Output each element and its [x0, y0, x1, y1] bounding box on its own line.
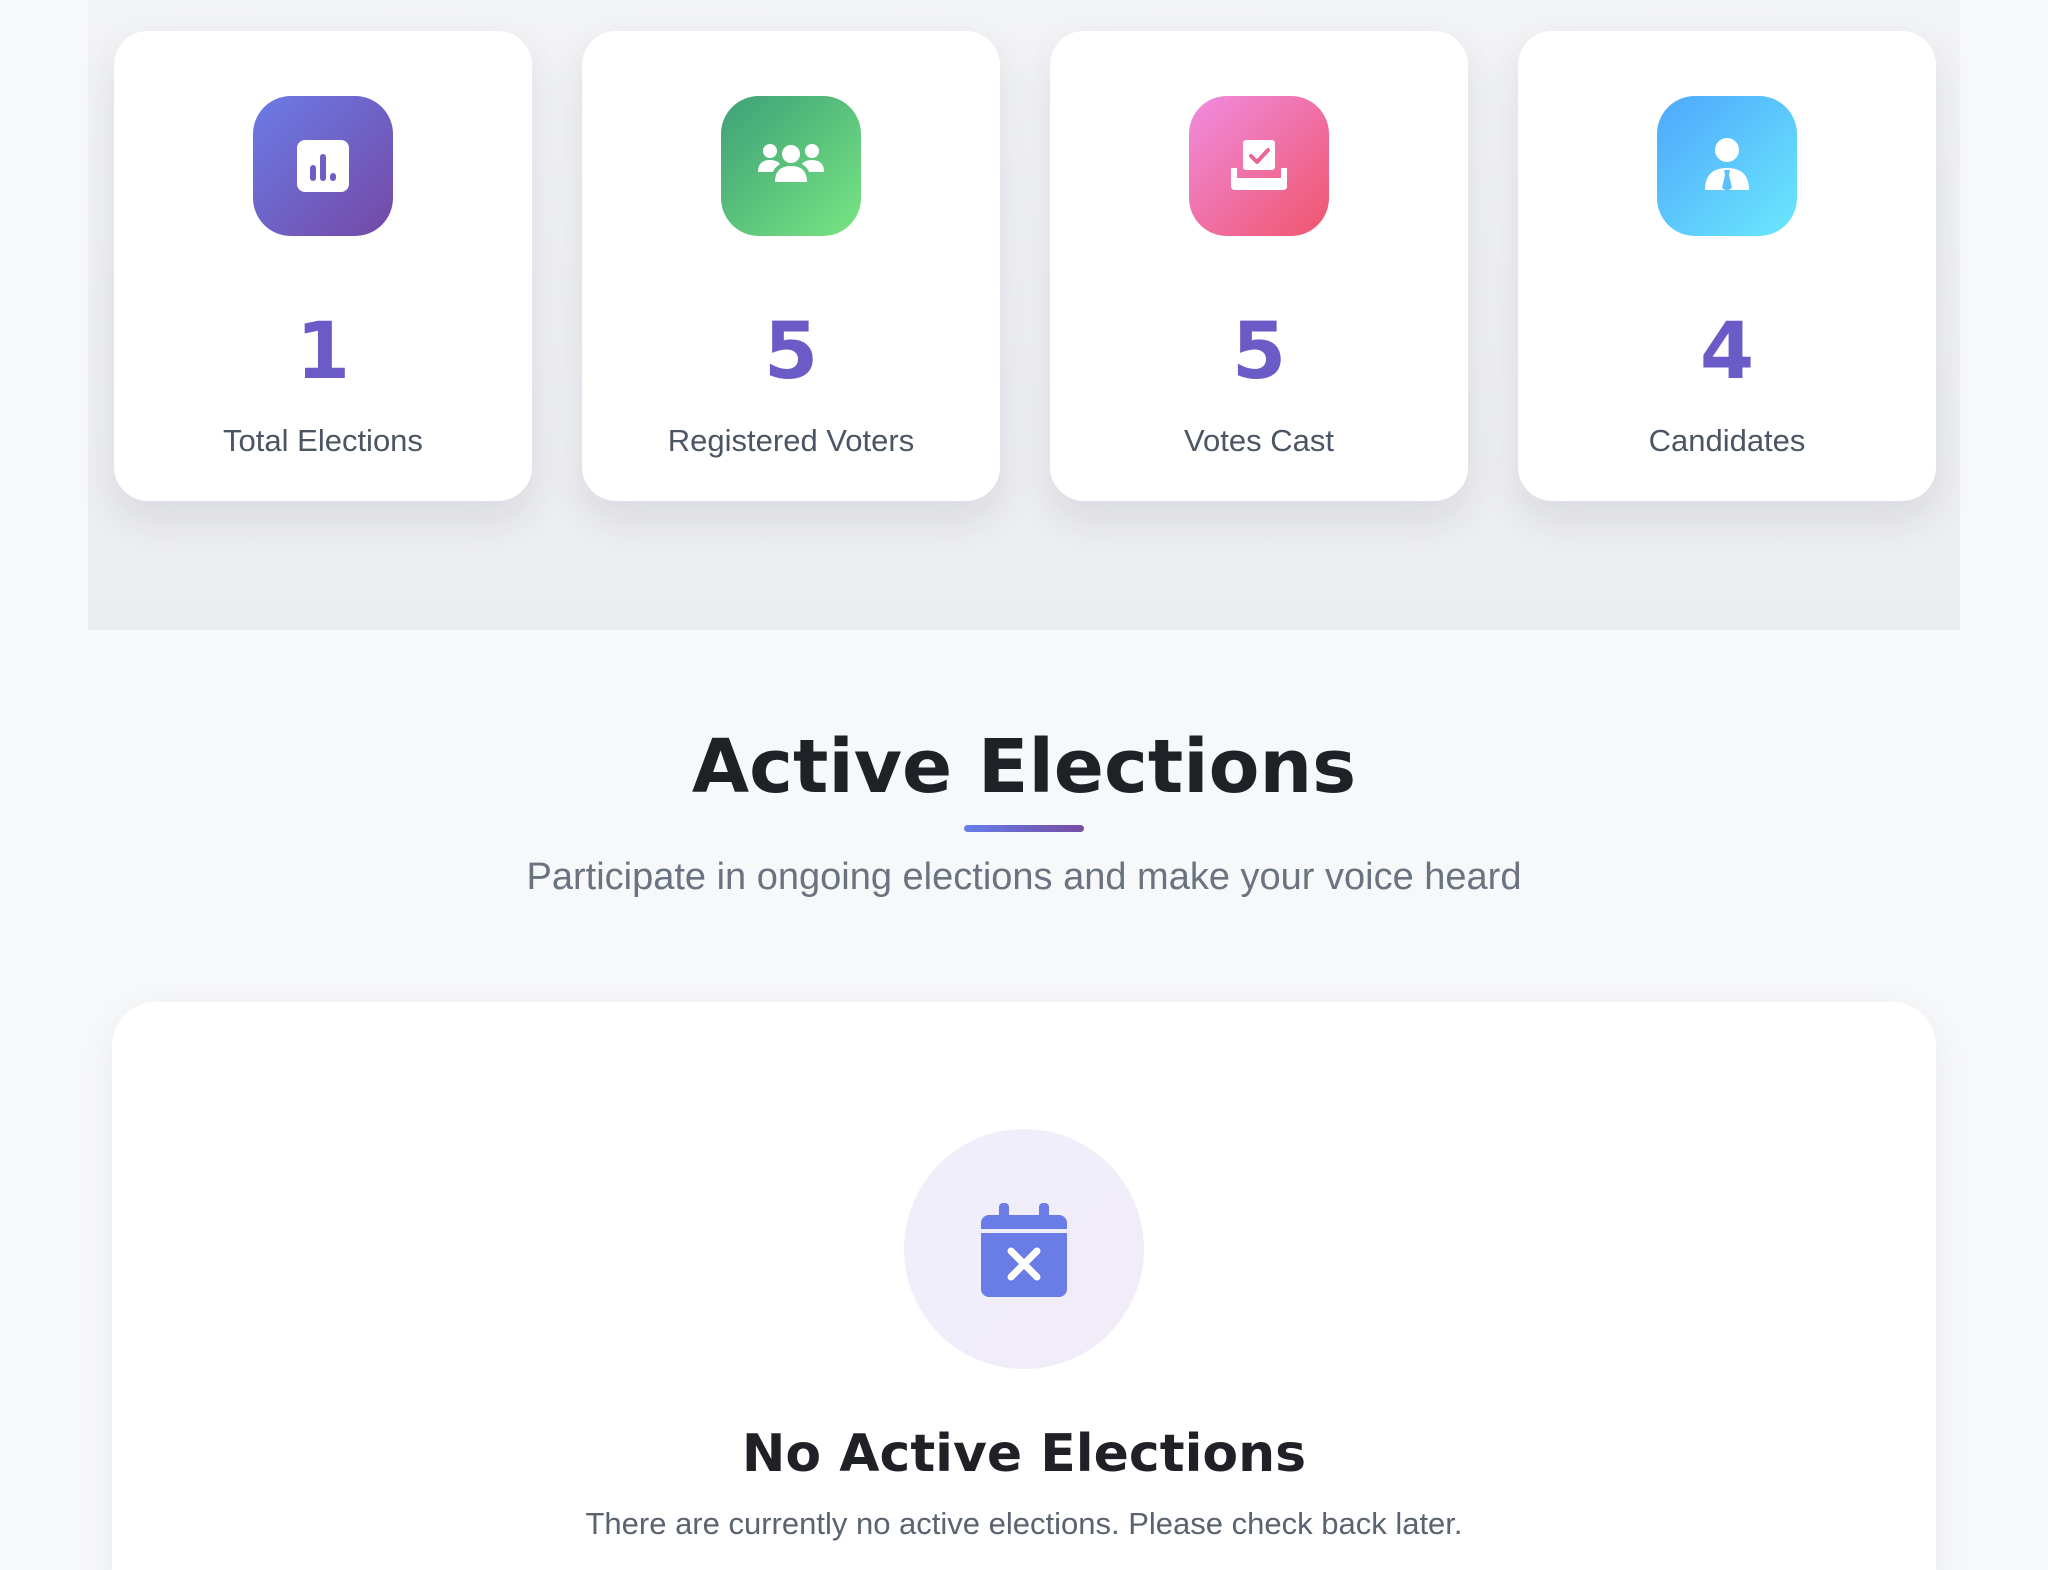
stat-value: 4 — [1699, 307, 1755, 397]
stat-label: Candidates — [1648, 423, 1806, 458]
vote-box-icon — [1189, 96, 1329, 236]
candidate-icon — [1657, 96, 1797, 236]
stat-value: 5 — [763, 307, 819, 397]
stat-label: Registered Voters — [667, 423, 915, 458]
title-underline — [964, 825, 1084, 832]
stat-value: 1 — [295, 307, 351, 397]
section-title: Active Elections — [691, 724, 1357, 810]
stat-card-total-elections: 1 Total Elections — [114, 31, 532, 501]
section-subtitle: Participate in ongoing elections and mak… — [526, 856, 1522, 898]
stat-card-votes-cast: 5 Votes Cast — [1050, 31, 1468, 501]
stat-card-registered-voters: 5 Registered Voters — [582, 31, 1000, 501]
stat-label: Votes Cast — [1184, 423, 1334, 458]
users-icon — [721, 96, 861, 236]
calendar-x-icon — [981, 1203, 1067, 1297]
empty-state-icon-wrapper — [904, 1129, 1144, 1369]
empty-state-card: No Active Elections There are currently … — [112, 1002, 1936, 1570]
empty-state-message: There are currently no active elections.… — [585, 1506, 1463, 1541]
empty-state-title: No Active Elections — [741, 1424, 1307, 1484]
stats-section: 1 Total Elections 5 Registered Voters 5 … — [88, 0, 1960, 630]
chart-icon — [253, 96, 393, 236]
stat-label: Total Elections — [223, 423, 423, 458]
page: 1 Total Elections 5 Registered Voters 5 … — [0, 0, 2048, 1570]
stat-card-candidates: 4 Candidates — [1518, 31, 1936, 501]
stat-value: 5 — [1231, 307, 1287, 397]
